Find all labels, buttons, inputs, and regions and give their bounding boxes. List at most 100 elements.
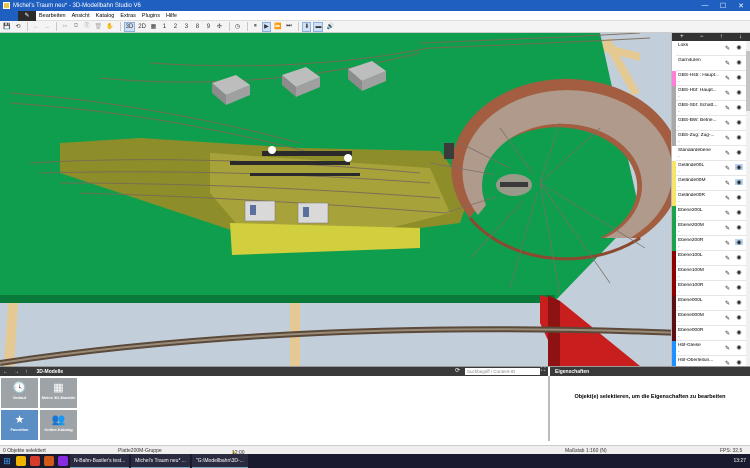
layer-row[interactable]: Ebene200R - ✎ ◉ [672,236,750,251]
redo-icon[interactable]: → [42,22,51,32]
task-explorer[interactable]: "G:\Modellbahn\3D-... [191,454,248,468]
pin-icon[interactable]: ✎ [725,45,730,52]
pin-icon[interactable]: ✎ [725,105,730,112]
bar-icon[interactable]: ▬ [313,21,324,32]
eye-icon[interactable]: ◉ [735,164,743,171]
menu-hilfe[interactable]: Hilfe [163,13,180,19]
layer-row[interactable]: Hbf-Oberleitun... ✎ ◉ [672,356,750,366]
move-layer-down-button[interactable]: ↓ [739,34,742,40]
tile-online-katalog[interactable]: 👥 Online-Katalog [40,410,77,440]
firefox-icon[interactable] [44,456,54,466]
task-michels-traum[interactable]: Michel's Traum neu* ... [131,454,190,468]
explorer-icon[interactable] [16,456,26,466]
layer-row[interactable]: GBS-BW: Betrie... - ✎ ◉ [672,116,750,131]
grid-icon[interactable]: ▦ [149,22,158,32]
pin-icon[interactable]: ✎ [725,270,730,277]
up-icon[interactable]: ↑ [22,369,31,375]
layer-row[interactable]: GBS-Hstr.: Haupt... - ✎ ◉ [672,71,750,86]
back-icon[interactable]: ← [0,369,11,375]
cut-icon[interactable]: ✂ [60,22,69,32]
layer-row[interactable]: Garnituren ✎ ◉ [672,56,750,71]
minimize-button[interactable]: — [696,0,714,11]
eye-icon[interactable]: ◉ [735,44,743,51]
tile-verlauf[interactable]: 🕓 Verlauf [1,378,38,408]
tile-favoriten[interactable]: ★ Favoriten [1,410,38,440]
layer-row[interactable]: Gelände00R - ✎ ◉ [672,191,750,206]
move-icon[interactable]: ✣ [215,22,224,32]
camera-3-button[interactable]: 3 [182,22,191,32]
skip-icon[interactable]: ⏭ [284,22,293,32]
eye-icon[interactable]: ◉ [735,149,743,156]
layer-row[interactable]: Ebene100M - ✎ ◉ [672,266,750,281]
layer-row[interactable]: Ebene000R - ✎ ◉ [672,326,750,341]
hand-icon[interactable]: ✋ [105,22,114,32]
undo-icon[interactable]: ← [31,22,40,32]
refresh-icon[interactable]: ⟲ [13,22,22,32]
eye-icon[interactable]: ◉ [735,194,743,201]
eye-icon[interactable]: ◉ [735,89,743,96]
speaker-icon[interactable]: 🔊 [325,22,334,32]
eye-icon[interactable]: ◉ [735,359,743,366]
menu-ansicht[interactable]: Ansicht [69,13,93,19]
pin-icon[interactable]: ✎ [725,90,730,97]
remove-layer-button[interactable]: − [700,34,704,40]
layer-row[interactable]: Gelände00M - ✎ ◉ [672,176,750,191]
refresh-search-icon[interactable]: ⟳ [455,367,460,374]
edit-mode-button[interactable]: ✎ [18,10,36,21]
layer-row[interactable]: Ebene200M - ✎ ◉ [672,221,750,236]
layer-row[interactable]: Hbf-Gleise - ✎ ◉ [672,341,750,356]
3d-viewport[interactable] [0,33,671,366]
layer-row[interactable]: GBS-Zug: Zug-... - ✎ ◉ [672,131,750,146]
maximize-button[interactable]: ☐ [714,0,732,11]
pin-icon[interactable]: ✎ [725,225,730,232]
pin-icon[interactable]: ✎ [725,120,730,127]
eye-icon[interactable]: ◉ [735,209,743,216]
clock[interactable]: 13:27 [733,458,746,464]
save-icon[interactable]: 💾 [2,22,11,32]
eye-icon[interactable]: ◉ [735,329,743,336]
eye-icon[interactable]: ◉ [735,134,743,141]
eye-icon[interactable]: ◉ [735,299,743,306]
layer-row[interactable]: Standardebene - ✎ ◉ [672,146,750,161]
delete-icon[interactable]: 🗑 [93,22,103,32]
pin-icon[interactable]: ✎ [725,285,730,292]
move-layer-up-button[interactable]: ↑ [720,34,723,40]
layer-row[interactable]: Loks ✎ ◉ [672,41,750,56]
view-3d-button[interactable]: 3D [123,21,136,32]
layer-row[interactable]: GBS-Hbf: Haupt... - ✎ ◉ [672,86,750,101]
layer-row[interactable]: Ebene200L - ✎ ◉ [672,206,750,221]
add-layer-button[interactable]: + [680,34,684,40]
expand-icon[interactable]: ⛶ [541,367,545,374]
pause-icon[interactable]: ⏸ [251,22,260,32]
pin-icon[interactable]: ✎ [725,165,730,172]
tile-meine-3d-modelle[interactable]: ▦ Meine 3D-Modelle [40,378,77,408]
windows-start-icon[interactable]: ⊞ [0,454,14,468]
menu-extras[interactable]: Extras [117,13,139,19]
layer-row[interactable]: GBS-Sbf: Schatt... - ✎ ◉ [672,101,750,116]
pin-icon[interactable]: ✎ [725,195,730,202]
clock-icon[interactable]: ◷ [233,22,242,32]
pin-icon[interactable]: ✎ [725,330,730,337]
layer-row[interactable]: Ebene100L - ✎ ◉ [672,251,750,266]
panel-divider[interactable] [548,376,550,441]
pin-icon[interactable]: ✎ [725,150,730,157]
eye-icon[interactable]: ◉ [735,344,743,351]
app-menu-button[interactable] [0,10,18,21]
eye-icon[interactable]: ◉ [735,314,743,321]
pin-icon[interactable]: ✎ [725,60,730,67]
eye-icon[interactable]: ◉ [735,74,743,81]
camera-8-button[interactable]: 8 [193,22,202,32]
pin-icon[interactable]: ✎ [725,240,730,247]
camera-2-button[interactable]: 2 [171,22,180,32]
eye-icon[interactable]: ◉ [735,284,743,291]
eye-icon[interactable]: ◉ [735,104,743,111]
pin-icon[interactable]: ✎ [725,180,730,187]
eye-icon[interactable]: ◉ [735,119,743,126]
download-icon[interactable]: ⬇ [302,21,312,32]
eye-icon[interactable]: ◉ [735,224,743,231]
pin-icon[interactable]: ✎ [725,135,730,142]
app-icon-purple[interactable] [58,456,68,466]
layer-row[interactable]: Ebene000L - ✎ ◉ [672,296,750,311]
eye-icon[interactable]: ◉ [735,254,743,261]
paste-icon[interactable]: ⎘ [82,22,91,32]
